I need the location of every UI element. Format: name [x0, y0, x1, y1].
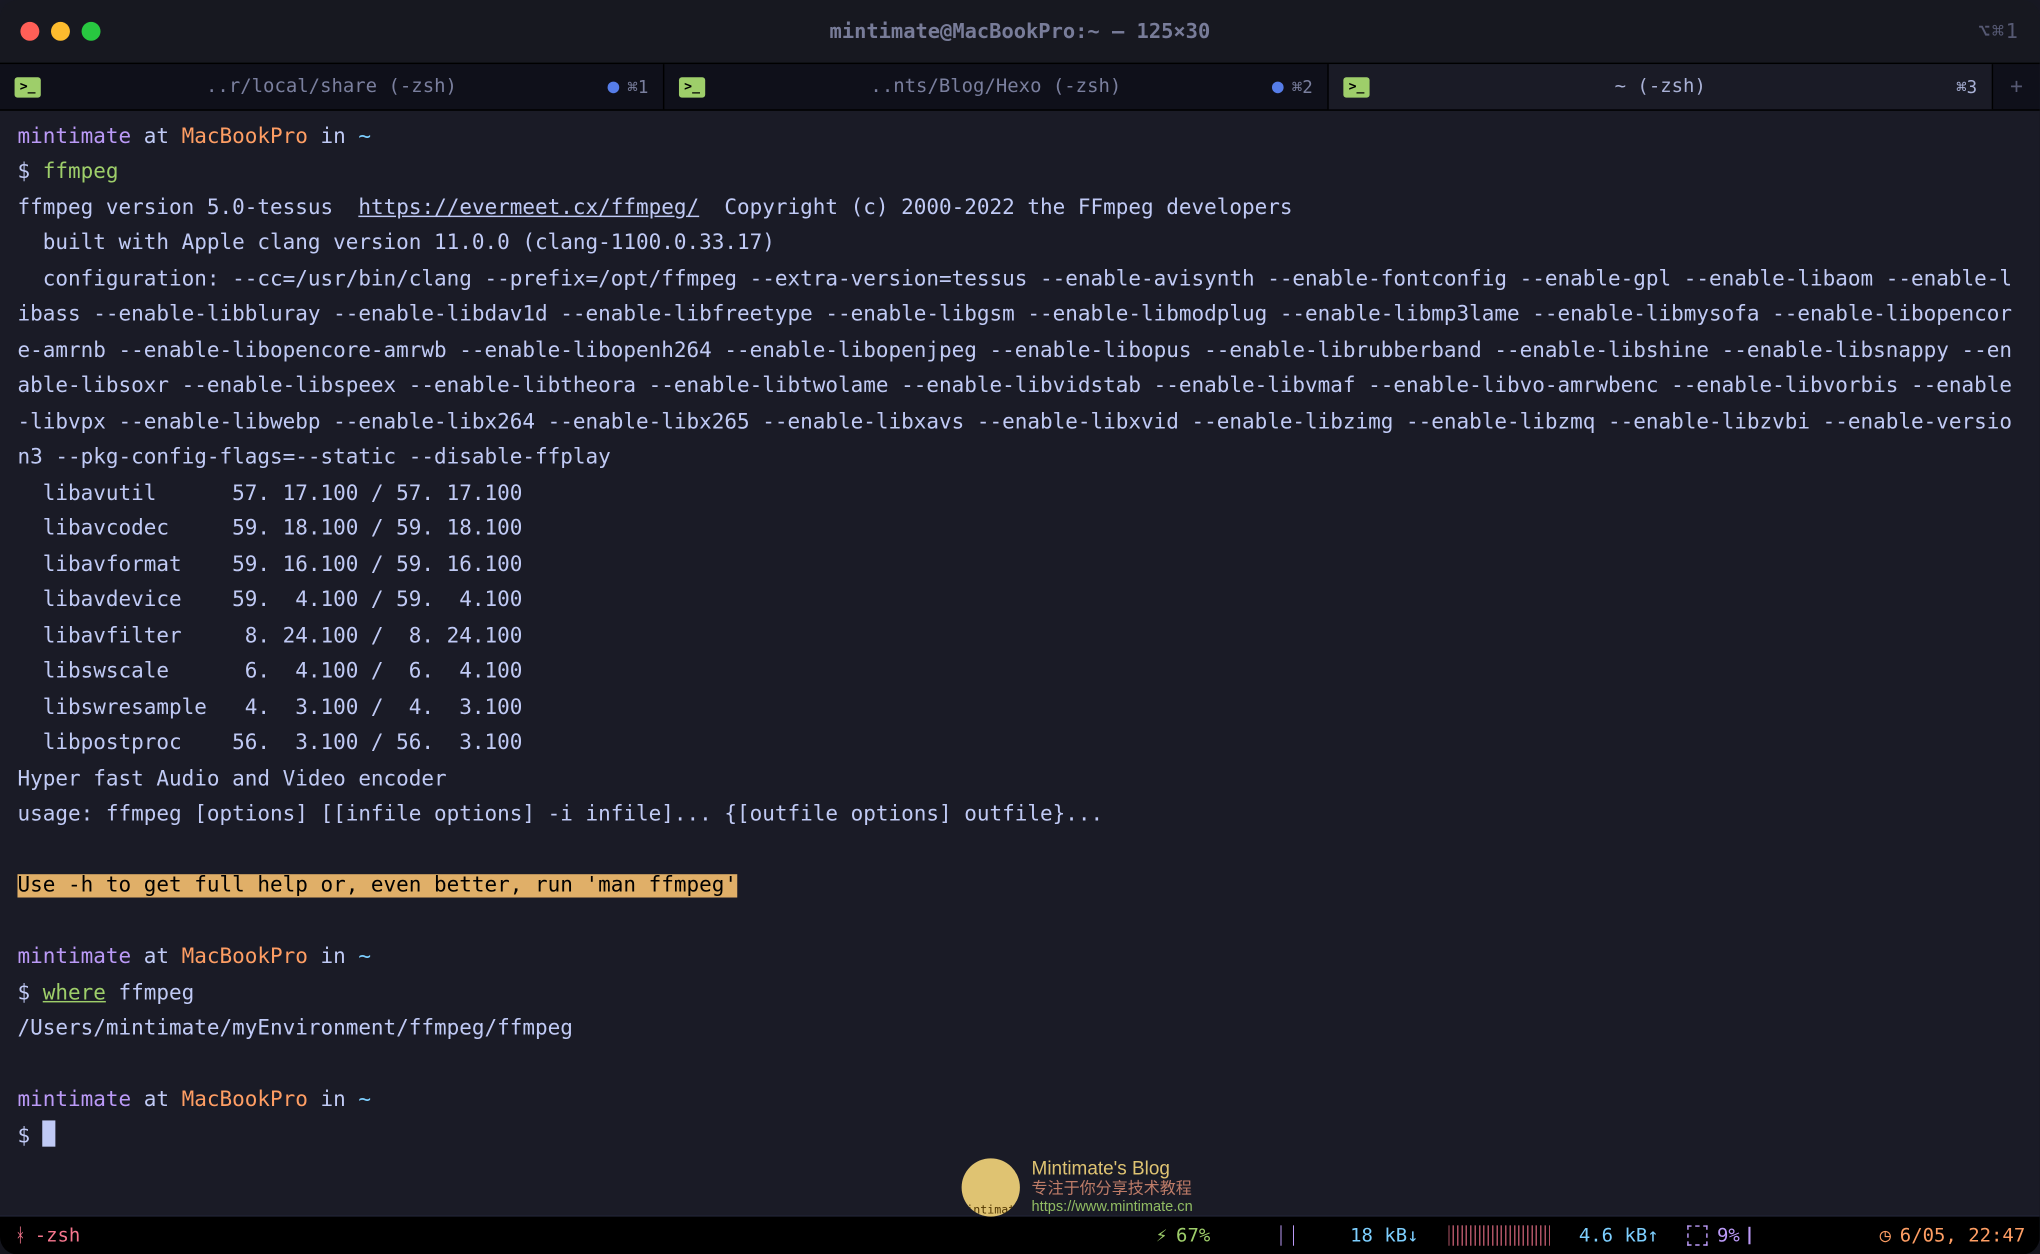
cpu-graph	[1749, 1227, 1851, 1244]
tab-3[interactable]: >_ ~ (-zsh) ⌘3	[1329, 64, 1993, 109]
command-where: where	[43, 981, 106, 1004]
output-lib: libavutil 57. 17.100 / 57. 17.100	[17, 482, 522, 505]
tab-1[interactable]: >_ ..r/local/share (-zsh) ⌘1	[0, 64, 664, 109]
sb-net-up: 4.6 kB↑	[1579, 1225, 1659, 1247]
prompt-in: in	[308, 125, 358, 148]
cursor	[43, 1120, 56, 1146]
close-window-button[interactable]	[20, 22, 39, 41]
terminal-window: mintimate@MacBookPro:~ — 125×30 ⌥⌘1 >_ .…	[0, 0, 2040, 1254]
prompt-in: in	[308, 946, 358, 969]
prompt-symbol: $	[17, 981, 42, 1004]
prompt-at: at	[131, 125, 181, 148]
prompt-at: at	[131, 1088, 181, 1111]
clock-icon: ◷	[1880, 1225, 1891, 1247]
terminal-icon: >_	[1343, 76, 1369, 96]
sb-datetime: 6/05, 22:47	[1900, 1225, 2025, 1247]
tab-shortcut: ⌘3	[1956, 76, 1977, 96]
output-lib: libavcodec 59. 18.100 / 59. 18.100	[17, 518, 522, 541]
prompt-path: ~	[358, 125, 371, 148]
titlebar: mintimate@MacBookPro:~ — 125×30 ⌥⌘1	[0, 0, 2040, 64]
output-url: https://evermeet.cx/ffmpeg/	[358, 197, 699, 220]
branch-icon: ᚼ	[15, 1225, 26, 1247]
output-lib: libavdevice 59. 4.100 / 59. 4.100	[17, 589, 522, 612]
output-line: ffmpeg version 5.0-tessus	[17, 197, 358, 220]
output-line: /Users/mintimate/myEnvironment/ffmpeg/ff…	[17, 1017, 572, 1040]
prompt-path: ~	[358, 946, 371, 969]
sb-process: ᚼ -zsh	[15, 1225, 81, 1247]
output-lib: libswresample 4. 3.100 / 4. 3.100	[17, 696, 522, 719]
prompt-user: mintimate	[17, 946, 131, 969]
terminal-icon: >_	[15, 76, 41, 96]
sb-net-up-val: 4.6 kB↑	[1579, 1225, 1659, 1247]
tab-shortcut: ⌘2	[1292, 76, 1313, 96]
tab-dirty-dot	[1271, 81, 1283, 93]
prompt-host: MacBookPro	[182, 125, 308, 148]
output-lib: libpostproc 56. 3.100 / 56. 3.100	[17, 732, 522, 755]
tab-shortcut: ⌘1	[627, 76, 648, 96]
new-tab-button[interactable]: +	[1993, 64, 2040, 109]
output-lib: libswscale 6. 4.100 / 6. 4.100	[17, 660, 522, 683]
net-graph	[1448, 1225, 1550, 1245]
output-line: usage: ffmpeg [options] [[infile options…	[17, 803, 1103, 826]
battery-icon: ⚡	[1156, 1225, 1167, 1247]
sb-process-name: -zsh	[35, 1225, 81, 1247]
sb-cpu: 9%	[1688, 1225, 1851, 1247]
prompt-path: ~	[358, 1088, 371, 1111]
command-arg: ffmpeg	[106, 981, 194, 1004]
sb-battery: ⚡ 67%	[1156, 1225, 1321, 1247]
prompt-user: mintimate	[17, 1088, 131, 1111]
window-title: mintimate@MacBookPro:~ — 125×30	[0, 20, 2040, 43]
output-lib: libavformat 59. 16.100 / 59. 16.100	[17, 553, 522, 576]
tab-label: ~ (-zsh)	[1615, 76, 1706, 98]
tab-dirty-dot	[607, 81, 619, 93]
output-line: configuration: --cc=/usr/bin/clang --pre…	[17, 268, 2011, 470]
prompt-at: at	[131, 946, 181, 969]
prompt-in: in	[308, 1088, 358, 1111]
sb-net-down: 18 kB↓	[1350, 1225, 1418, 1247]
output-hint-highlighted: Use -h to get full help or, even better,…	[17, 874, 737, 897]
cpu-icon	[1688, 1225, 1708, 1245]
output-line: Hyper fast Audio and Video encoder	[17, 767, 446, 790]
tab-label: ..nts/Blog/Hexo (-zsh)	[870, 76, 1121, 98]
output-line: built with Apple clang version 11.0.0 (c…	[17, 232, 774, 255]
prompt-user: mintimate	[17, 125, 131, 148]
prompt-host: MacBookPro	[182, 946, 308, 969]
tab-label: ..r/local/share (-zsh)	[206, 76, 457, 98]
sb-battery-pct: 67%	[1176, 1225, 1210, 1247]
tab-2[interactable]: >_ ..nts/Blog/Hexo (-zsh) ⌘2	[664, 64, 1328, 109]
prompt-symbol: $	[17, 1124, 42, 1147]
window-title-shortcut: ⌥⌘1	[1978, 20, 2019, 43]
sb-clock: ◷ 6/05, 22:47	[1880, 1225, 2026, 1247]
command-ffmpeg: ffmpeg	[43, 161, 119, 184]
prompt-host: MacBookPro	[182, 1088, 308, 1111]
output-line: Copyright (c) 2000-2022 the FFmpeg devel…	[699, 197, 1292, 220]
terminal-icon: >_	[679, 76, 705, 96]
output-lib: libavfilter 8. 24.100 / 8. 24.100	[17, 625, 522, 648]
maximize-window-button[interactable]	[82, 22, 101, 41]
battery-graph	[1219, 1225, 1321, 1245]
sb-net-down-val: 18 kB↓	[1350, 1225, 1418, 1247]
tab-bar: >_ ..r/local/share (-zsh) ⌘1 >_ ..nts/Bl…	[0, 64, 2040, 111]
traffic-lights	[20, 22, 100, 41]
prompt-symbol: $	[17, 161, 42, 184]
status-bar: ᚼ -zsh ⚡ 67% 18 kB↓ 4.6 kB↑ 9%	[0, 1215, 2040, 1254]
sb-cpu-val: 9%	[1717, 1225, 1740, 1247]
minimize-window-button[interactable]	[51, 22, 70, 41]
terminal-output[interactable]: mintimate at MacBookPro in ~ $ ffmpeg ff…	[0, 111, 2040, 1215]
